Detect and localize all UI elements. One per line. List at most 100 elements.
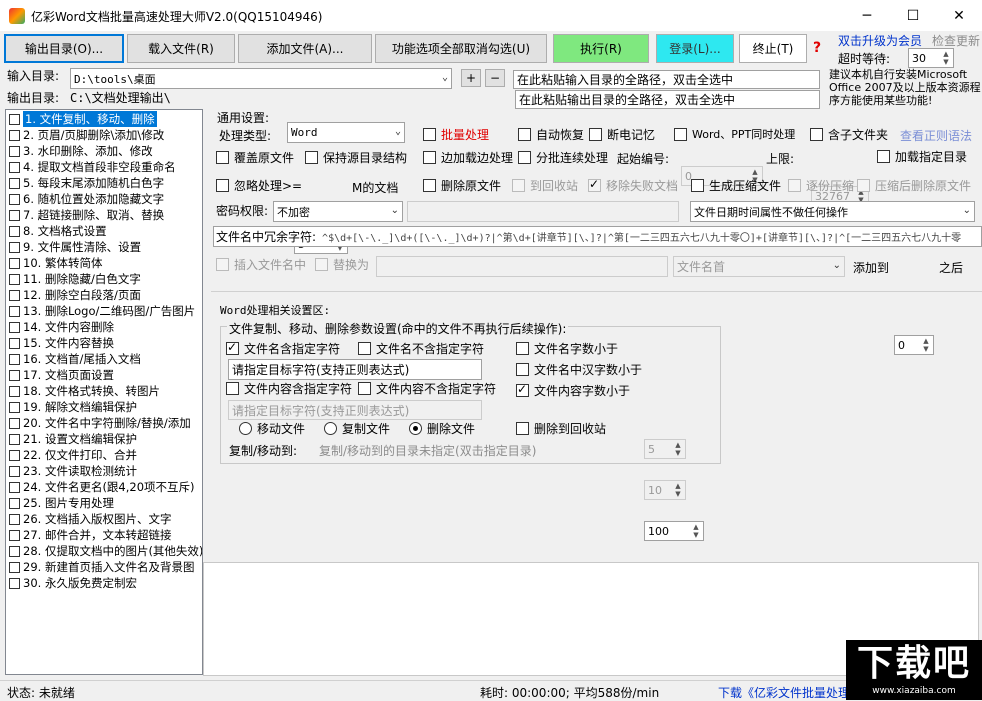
name-not-contains-checkbox[interactable]: 文件名不含指定字符 [358, 340, 484, 357]
name-length-spinner[interactable]: 5 ▲ ▼ [644, 439, 686, 459]
name-target-input[interactable]: 请指定目标字符(支持正则表达式) [228, 359, 482, 380]
list-item-checkbox[interactable] [9, 369, 20, 381]
list-item-checkbox[interactable] [9, 305, 20, 317]
function-list-item[interactable]: 30. 永久版免费定制宏 [6, 575, 202, 591]
maximize-button[interactable]: ☐ [890, 0, 936, 31]
delete-file-radio[interactable]: 删除文件 [409, 420, 475, 437]
function-list-item[interactable]: 14. 文件内容删除 [6, 319, 202, 335]
help-icon[interactable]: ? [813, 40, 821, 56]
function-list-item[interactable]: 9. 文件属性清除、设置 [6, 239, 202, 255]
content-length-spinner[interactable]: 100 ▲ ▼ [644, 521, 704, 541]
list-item-checkbox[interactable] [9, 145, 20, 157]
list-item-checkbox[interactable] [9, 497, 20, 509]
function-list-item[interactable]: 29. 新建首页插入文件名及背景图 [6, 559, 202, 575]
list-item-checkbox[interactable] [9, 561, 20, 573]
copy-file-radio[interactable]: 复制文件 [324, 420, 390, 437]
to-recycle-checkbox[interactable]: 到回收站 [512, 177, 578, 194]
zip-each-checkbox[interactable]: 逐份压缩 [788, 177, 854, 194]
auto-restore-checkbox[interactable]: 自动恢复 [518, 126, 584, 143]
insert-filename-checkbox[interactable]: 插入文件名中 [216, 256, 306, 273]
name-length-checkbox[interactable]: 文件名字数小于 [516, 340, 618, 357]
list-item-checkbox[interactable] [9, 241, 20, 253]
list-item-checkbox[interactable] [9, 401, 20, 413]
execute-button[interactable]: 执行(R) [553, 34, 649, 63]
list-item-checkbox[interactable] [9, 113, 20, 125]
delete-original-checkbox[interactable]: 删除原文件 [423, 177, 501, 194]
function-list-item[interactable]: 2. 页眉/页脚删除\添加\修改 [6, 127, 202, 143]
edge-process-checkbox[interactable]: 边加载边处理 [423, 149, 513, 166]
cn-length-spinner[interactable]: 10 ▲ ▼ [644, 480, 686, 500]
function-list-item[interactable]: 18. 文件格式转换、转图片 [6, 383, 202, 399]
list-item-checkbox[interactable] [9, 161, 20, 173]
destination-field[interactable]: 复制/移动到的目录未指定(双击指定目录) [319, 442, 536, 459]
function-list-item[interactable]: 3. 水印删除、添加、修改 [6, 143, 202, 159]
function-list-item[interactable]: 16. 文档首/尾插入文档 [6, 351, 202, 367]
spinner-arrows-icon[interactable]: ▲▼ [672, 441, 684, 457]
function-list-item[interactable]: 8. 文档格式设置 [6, 223, 202, 239]
function-list-item[interactable]: 20. 文件名中字符删除/替换/添加 [6, 415, 202, 431]
content-not-contains-checkbox[interactable]: 文件内容不含指定字符 [358, 380, 496, 397]
list-item-checkbox[interactable] [9, 129, 20, 141]
list-item-checkbox[interactable] [9, 209, 20, 221]
function-list-item[interactable]: 10. 繁体转简体 [6, 255, 202, 271]
function-list-item[interactable]: 7. 超链接删除、取消、替换 [6, 207, 202, 223]
process-type-select[interactable]: Word ⌄ [287, 122, 405, 143]
keep-structure-checkbox[interactable]: 保持源目录结构 [305, 149, 407, 166]
download-link[interactable]: 下载《亿彩文件批量处理 [718, 684, 846, 701]
function-list-item[interactable]: 17. 文档页面设置 [6, 367, 202, 383]
name-position-select[interactable]: 文件名首 ⌄ [673, 256, 845, 277]
spinner-arrows-icon[interactable]: ▲▼ [690, 523, 702, 539]
timeout-spinner[interactable]: 30 ▲ ▼ [908, 48, 954, 68]
move-failed-checkbox[interactable]: 移除失败文档 [588, 177, 678, 194]
regex-help-link[interactable]: 查看正则语法 [900, 127, 972, 144]
batch-process-checkbox[interactable]: 批量处理 [423, 126, 489, 143]
password-select[interactable]: 不加密 ⌄ [273, 201, 403, 222]
add-dir-button[interactable]: + [461, 69, 481, 87]
password-input[interactable] [407, 201, 679, 222]
replace-input[interactable] [376, 256, 668, 277]
function-list-item[interactable]: 23. 文件读取检测统计 [6, 463, 202, 479]
remove-dir-button[interactable]: − [485, 69, 505, 87]
toggle-all-options-button[interactable]: 功能选项全部取消勾选(U) [375, 34, 547, 63]
subfolder-checkbox[interactable]: 含子文件夹 [810, 126, 888, 143]
list-item-checkbox[interactable] [9, 529, 20, 541]
list-item-checkbox[interactable] [9, 577, 20, 589]
function-list-item[interactable]: 12. 删除空白段落/页面 [6, 287, 202, 303]
input-dir-combo[interactable]: D:\tools\桌面 ⌄ [70, 68, 452, 89]
list-item-checkbox[interactable] [9, 433, 20, 445]
list-item-checkbox[interactable] [9, 225, 20, 237]
function-list-item[interactable]: 6. 随机位置处添加隐藏文字 [6, 191, 202, 207]
output-dir-button[interactable]: 输出目录(O)... [4, 34, 124, 63]
minimize-button[interactable]: ─ [844, 0, 890, 31]
list-item-checkbox[interactable] [9, 513, 20, 525]
stop-button[interactable]: 终止(T) [739, 34, 807, 63]
list-item-checkbox[interactable] [9, 545, 20, 557]
function-list-item[interactable]: 22. 仅文件打印、合并 [6, 447, 202, 463]
cn-length-checkbox[interactable]: 文件名中汉字数小于 [516, 361, 642, 378]
content-target-input[interactable]: 请指定目标字符(支持正则表达式) [228, 400, 482, 420]
date-attr-select[interactable]: 文件日期时间属性不做任何操作 ⌄ [690, 201, 975, 222]
spinner-arrows-icon[interactable]: ▲▼ [940, 50, 952, 66]
zip-delete-checkbox[interactable]: 压缩后删除原文件 [857, 177, 971, 194]
function-list-item[interactable]: 26. 文档插入版权图片、文字 [6, 511, 202, 527]
content-contains-checkbox[interactable]: 文件内容含指定字符 [226, 380, 352, 397]
function-list-item[interactable]: 28. 仅提取文档中的图片(其他失效) [6, 543, 202, 559]
function-list-item[interactable]: 4. 提取文档首段非空段重命名 [6, 159, 202, 175]
name-contains-checkbox[interactable]: 文件名含指定字符 [226, 340, 340, 357]
input-path-paste-field[interactable]: 在此粘贴输入目录的全路径，双击全选中 [513, 70, 820, 89]
close-button[interactable]: ✕ [936, 0, 982, 31]
list-item-checkbox[interactable] [9, 481, 20, 493]
list-item-checkbox[interactable] [9, 177, 20, 189]
batch-continuous-checkbox[interactable]: 分批连续处理 [518, 149, 608, 166]
function-list-item[interactable]: 13. 删除Logo/二维码图/广告图片 [6, 303, 202, 319]
function-list-item[interactable]: 1. 文件复制、移动、删除 [6, 111, 202, 127]
login-button[interactable]: 登录(L)... [656, 34, 734, 63]
list-item-checkbox[interactable] [9, 337, 20, 349]
list-item-checkbox[interactable] [9, 385, 20, 397]
add-file-button[interactable]: 添加文件(A)... [238, 34, 372, 63]
function-list-item[interactable]: 11. 删除隐藏/白色文字 [6, 271, 202, 287]
function-list[interactable]: 1. 文件复制、移动、删除 2. 页眉/页脚删除\添加\修改 3. 水印删除、添加、… [5, 109, 203, 675]
delete-recycle-checkbox[interactable]: 删除到回收站 [516, 420, 606, 437]
function-list-item[interactable]: 27. 邮件合并，文本转超链接 [6, 527, 202, 543]
content-length-checkbox[interactable]: 文件内容字数小于 [516, 382, 630, 399]
